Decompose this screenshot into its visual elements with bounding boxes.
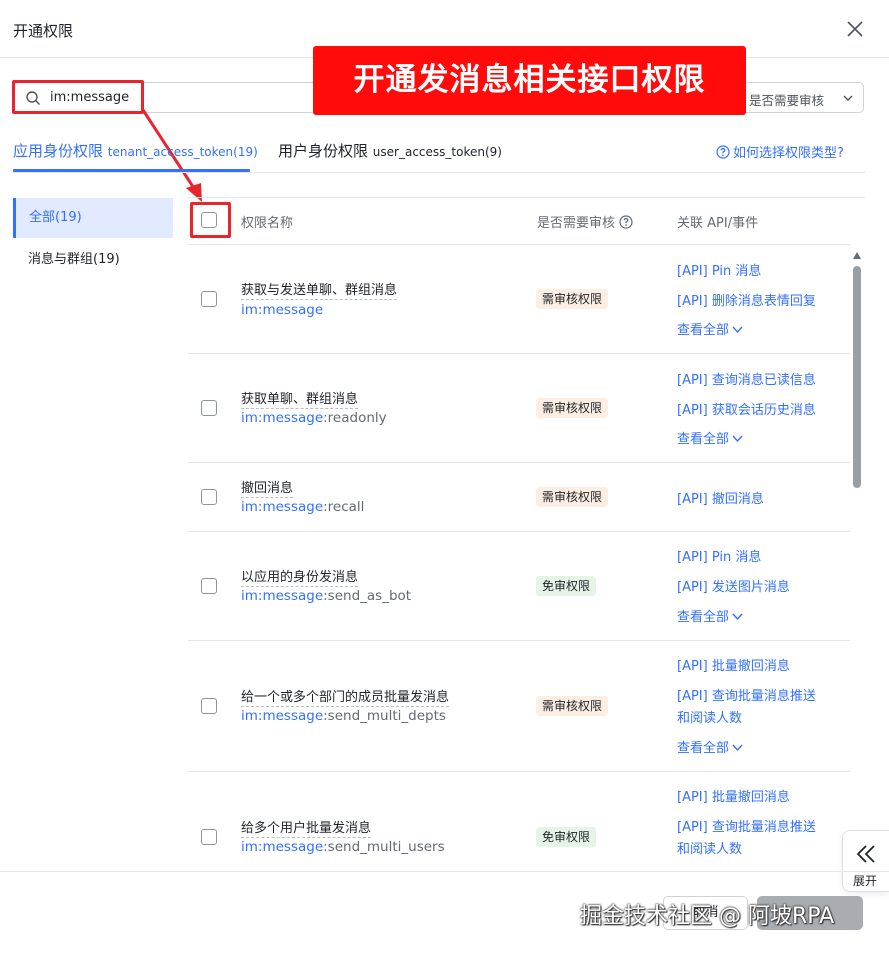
tab-tenant-sub: tenant_access_token(19)	[107, 145, 258, 159]
status-badge: 需审核权限	[536, 696, 609, 716]
chevron-down-icon	[732, 744, 743, 752]
permission-namespace: im:message	[241, 708, 324, 724]
question-icon	[716, 145, 730, 159]
chevron-down-icon	[732, 326, 743, 334]
permission-suffix: :send_multi_users	[323, 839, 445, 855]
permission-namespace: im:message	[241, 410, 324, 426]
row-checkbox[interactable]	[201, 698, 217, 714]
view-all-label: 查看全部	[677, 610, 730, 625]
api-link[interactable]: [API] 批量撤回消息	[677, 786, 790, 805]
chevron-down-icon	[732, 613, 743, 621]
question-icon[interactable]	[619, 215, 633, 229]
table-row: 撤回消息 im:message:recall 需审核权限 [API] 撤回消息	[188, 463, 850, 532]
permission-suffix: :readonly	[323, 410, 387, 426]
table-row: 以应用的身份发消息 im:message:send_as_bot 免审权限 [A…	[188, 532, 850, 641]
footer-divider	[0, 871, 889, 872]
tab-user-label: 用户身份权限	[278, 142, 369, 160]
api-link[interactable]: [API] 查询消息已读信息	[677, 369, 816, 388]
permission-code: im:message	[241, 302, 323, 318]
view-all-link[interactable]: 查看全部	[677, 428, 743, 447]
tabs-divider	[13, 172, 865, 173]
permission-code: im:message:readonly	[241, 410, 387, 426]
tab-user-sub: user_access_token(9)	[372, 145, 502, 159]
api-link-continued[interactable]: 和阅读人数	[677, 838, 742, 857]
sidebar-item-all[interactable]: 全部(19)	[13, 198, 173, 238]
view-all-label: 查看全部	[677, 323, 730, 338]
table-row: 获取与发送单聊、群组消息 im:message 需审核权限 [API] Pin …	[188, 245, 850, 354]
status-badge: 需审核权限	[536, 487, 609, 507]
permission-name: 以应用的身份发消息	[241, 566, 359, 587]
expand-label: 展开	[853, 874, 878, 888]
api-link[interactable]: [API] 查询批量消息推送	[677, 816, 816, 835]
api-link[interactable]: [API] 查询批量消息推送	[677, 685, 816, 704]
api-link[interactable]: [API] 删除消息表情回复	[677, 290, 816, 309]
expand-panel-button[interactable]: 展开	[842, 830, 889, 892]
permission-code: im:message:send_multi_users	[241, 839, 445, 855]
permission-namespace: im:message	[241, 839, 324, 855]
permission-code: im:message:recall	[241, 499, 364, 515]
permission-code: im:message:send_multi_depts	[241, 708, 446, 724]
permission-name: 获取单聊、群组消息	[241, 388, 359, 409]
permission-namespace: im:message	[241, 302, 324, 318]
api-link[interactable]: [API] 撤回消息	[677, 488, 764, 507]
view-all-label: 查看全部	[677, 432, 730, 447]
api-link[interactable]: [API] Pin 消息	[677, 546, 761, 565]
view-all-link[interactable]: 查看全部	[677, 319, 743, 338]
header-review-label: 是否需要审核	[537, 216, 616, 231]
sidebar-item-messages[interactable]: 消息与群组(19)	[13, 240, 173, 280]
permission-suffix: :send_multi_depts	[323, 708, 446, 724]
help-link-text: 如何选择权限类型?	[733, 146, 844, 161]
select-all-checkbox[interactable]	[201, 212, 217, 228]
row-checkbox[interactable]	[201, 489, 217, 505]
status-badge: 需审核权限	[536, 289, 609, 309]
header-permission-name: 权限名称	[241, 216, 294, 231]
permission-suffix: :send_as_bot	[323, 588, 412, 604]
permission-name: 给一个或多个部门的成员批量发消息	[241, 686, 450, 707]
api-link-continued[interactable]: 和阅读人数	[677, 707, 742, 726]
api-link[interactable]: [API] 获取会话历史消息	[677, 399, 816, 418]
permission-namespace: im:message	[241, 588, 324, 604]
permission-code: im:message:send_as_bot	[241, 588, 411, 604]
api-link[interactable]: [API] Pin 消息	[677, 260, 761, 279]
double-chevron-left-icon	[856, 845, 875, 863]
table-row: 给一个或多个部门的成员批量发消息 im:message:send_multi_d…	[188, 641, 850, 772]
scrollbar-thumb[interactable]	[853, 266, 861, 488]
status-badge: 免审权限	[536, 576, 597, 596]
permission-suffix: :recall	[323, 499, 365, 515]
view-all-link[interactable]: 查看全部	[677, 737, 743, 756]
table-row: 给多个用户批量发消息 im:message:send_multi_users 免…	[188, 772, 850, 871]
watermark: 掘金技术社区 @ 阿坡RPA	[580, 904, 835, 929]
api-link[interactable]: [API] 批量撤回消息	[677, 655, 790, 674]
permission-name: 获取与发送单聊、群组消息	[241, 279, 398, 300]
view-all-link[interactable]: 查看全部	[677, 606, 743, 625]
api-link[interactable]: [API] 发送图片消息	[677, 576, 790, 595]
table-row: 获取单聊、群组消息 im:message:readonly 需审核权限 [API…	[188, 354, 850, 463]
row-checkbox[interactable]	[201, 400, 217, 416]
table-top-divider	[188, 197, 865, 198]
header-api: 关联 API/事件	[677, 216, 759, 231]
header-review: 是否需要审核	[537, 212, 633, 231]
view-all-label: 查看全部	[677, 741, 730, 756]
row-checkbox[interactable]	[201, 578, 217, 594]
status-badge: 免审权限	[536, 827, 597, 847]
permission-name: 撤回消息	[241, 477, 294, 498]
tab-tenant-token[interactable]: 应用身份权限 tenant_access_token(19)	[13, 140, 258, 161]
tab-tenant-label: 应用身份权限	[13, 142, 104, 160]
permission-namespace: im:message	[241, 499, 324, 515]
status-badge: 需审核权限	[536, 398, 609, 418]
scroll-up-arrow[interactable]	[853, 252, 861, 259]
permission-name: 给多个用户批量发消息	[241, 817, 372, 838]
help-link[interactable]: 如何选择权限类型?	[716, 142, 844, 161]
tab-user-token[interactable]: 用户身份权限 user_access_token(9)	[278, 140, 502, 161]
row-checkbox[interactable]	[201, 291, 217, 307]
row-checkbox[interactable]	[201, 829, 217, 845]
chevron-down-icon	[732, 435, 743, 443]
